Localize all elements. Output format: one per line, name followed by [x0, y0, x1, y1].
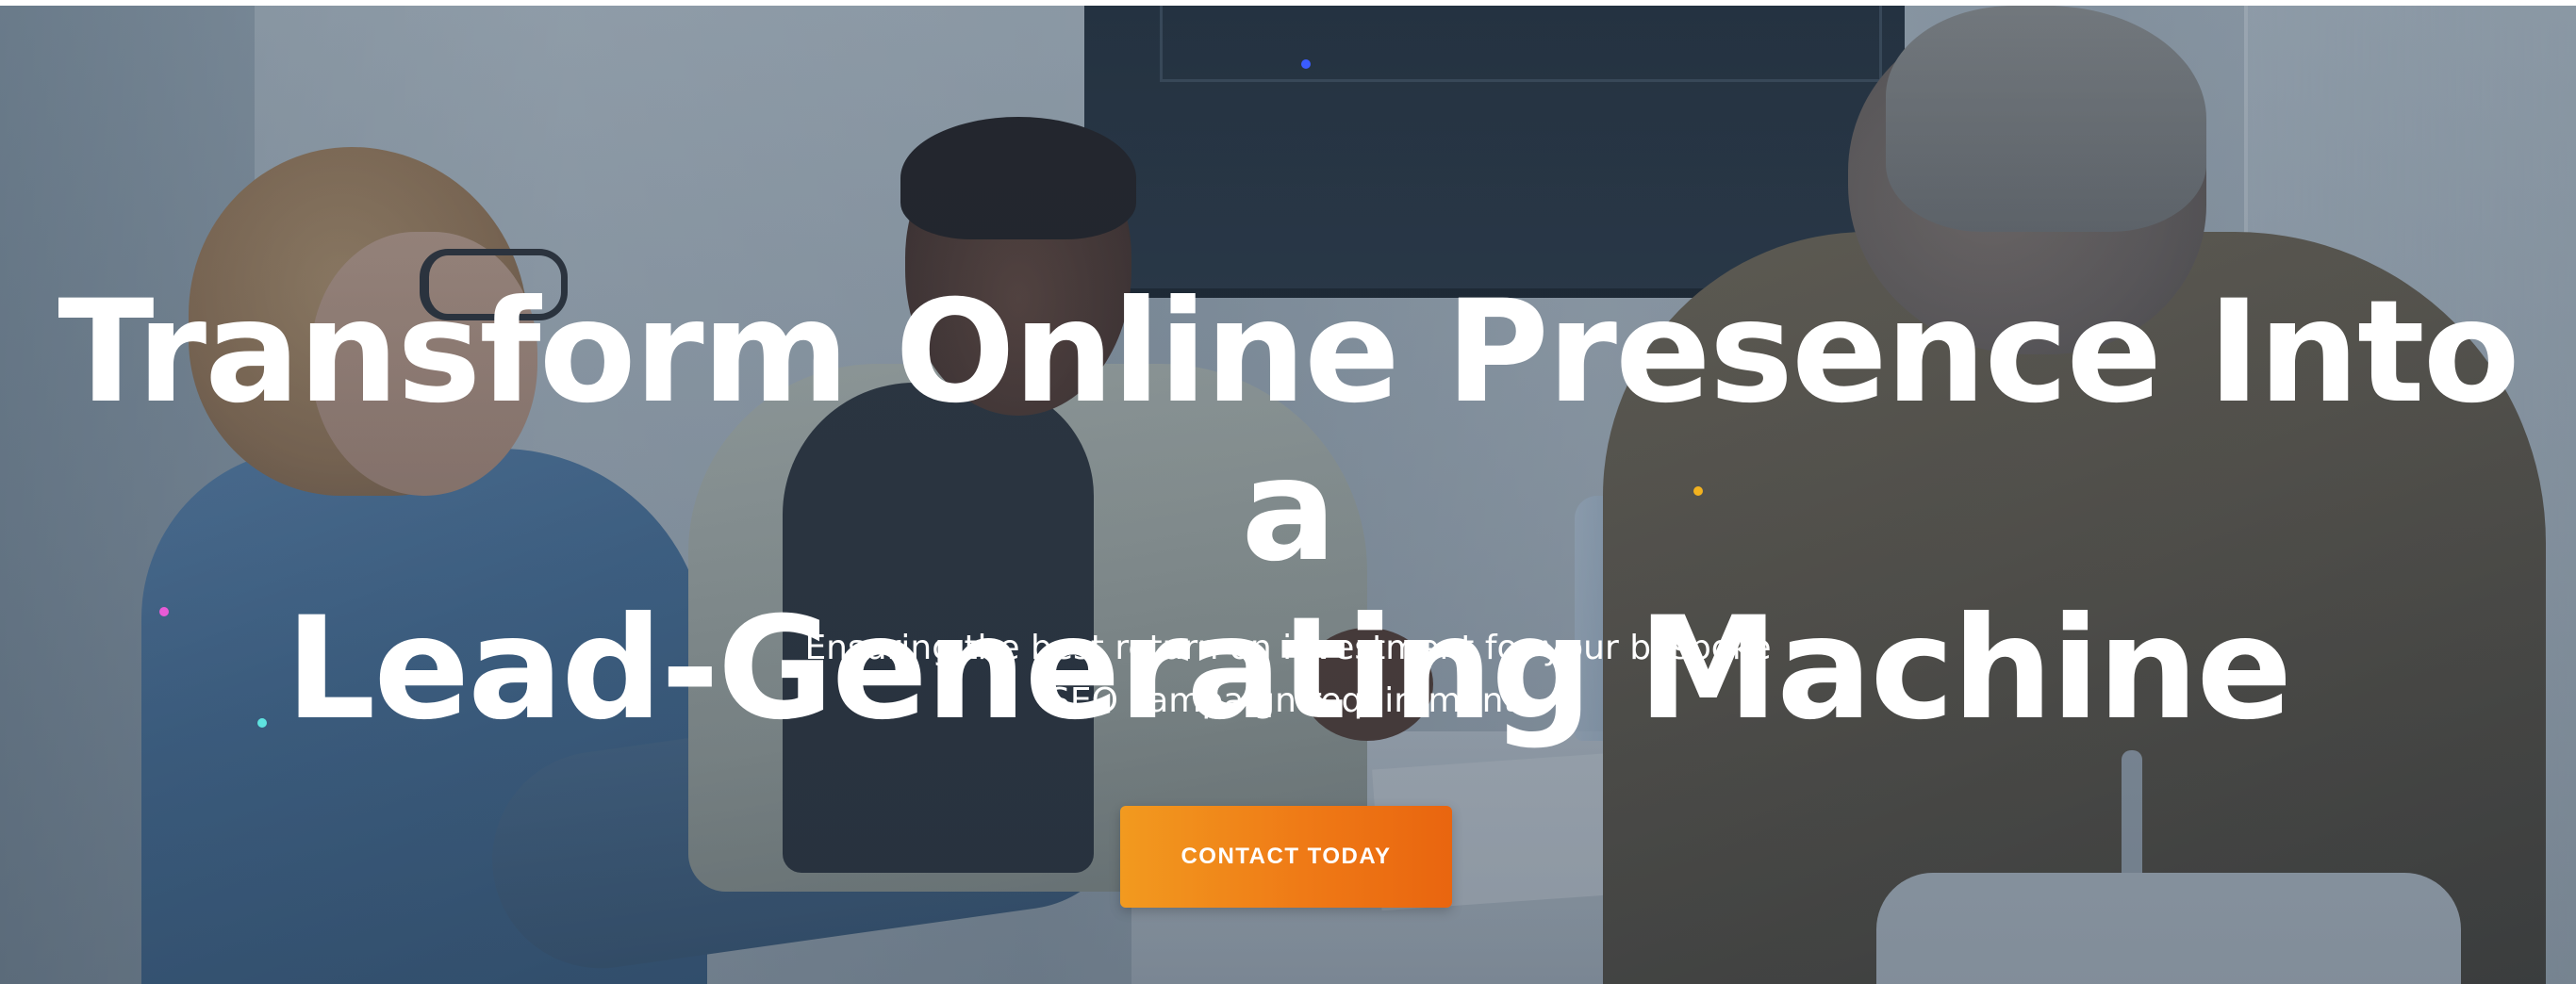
- blue-dot: [1301, 59, 1311, 69]
- subtitle-line-2: SEO campaign requirement.: [1049, 681, 1527, 720]
- headline-line-1: Transform Online Presence Into a: [58, 271, 2519, 593]
- hero-subtitle: Ensuring the best return on investment f…: [0, 622, 2576, 728]
- hero-section: Transform Online Presence Into a Lead-Ge…: [0, 0, 2576, 984]
- subtitle-line-1: Ensuring the best return on investment f…: [804, 629, 1772, 667]
- contact-today-button[interactable]: CONTACT TODAY: [1120, 806, 1452, 908]
